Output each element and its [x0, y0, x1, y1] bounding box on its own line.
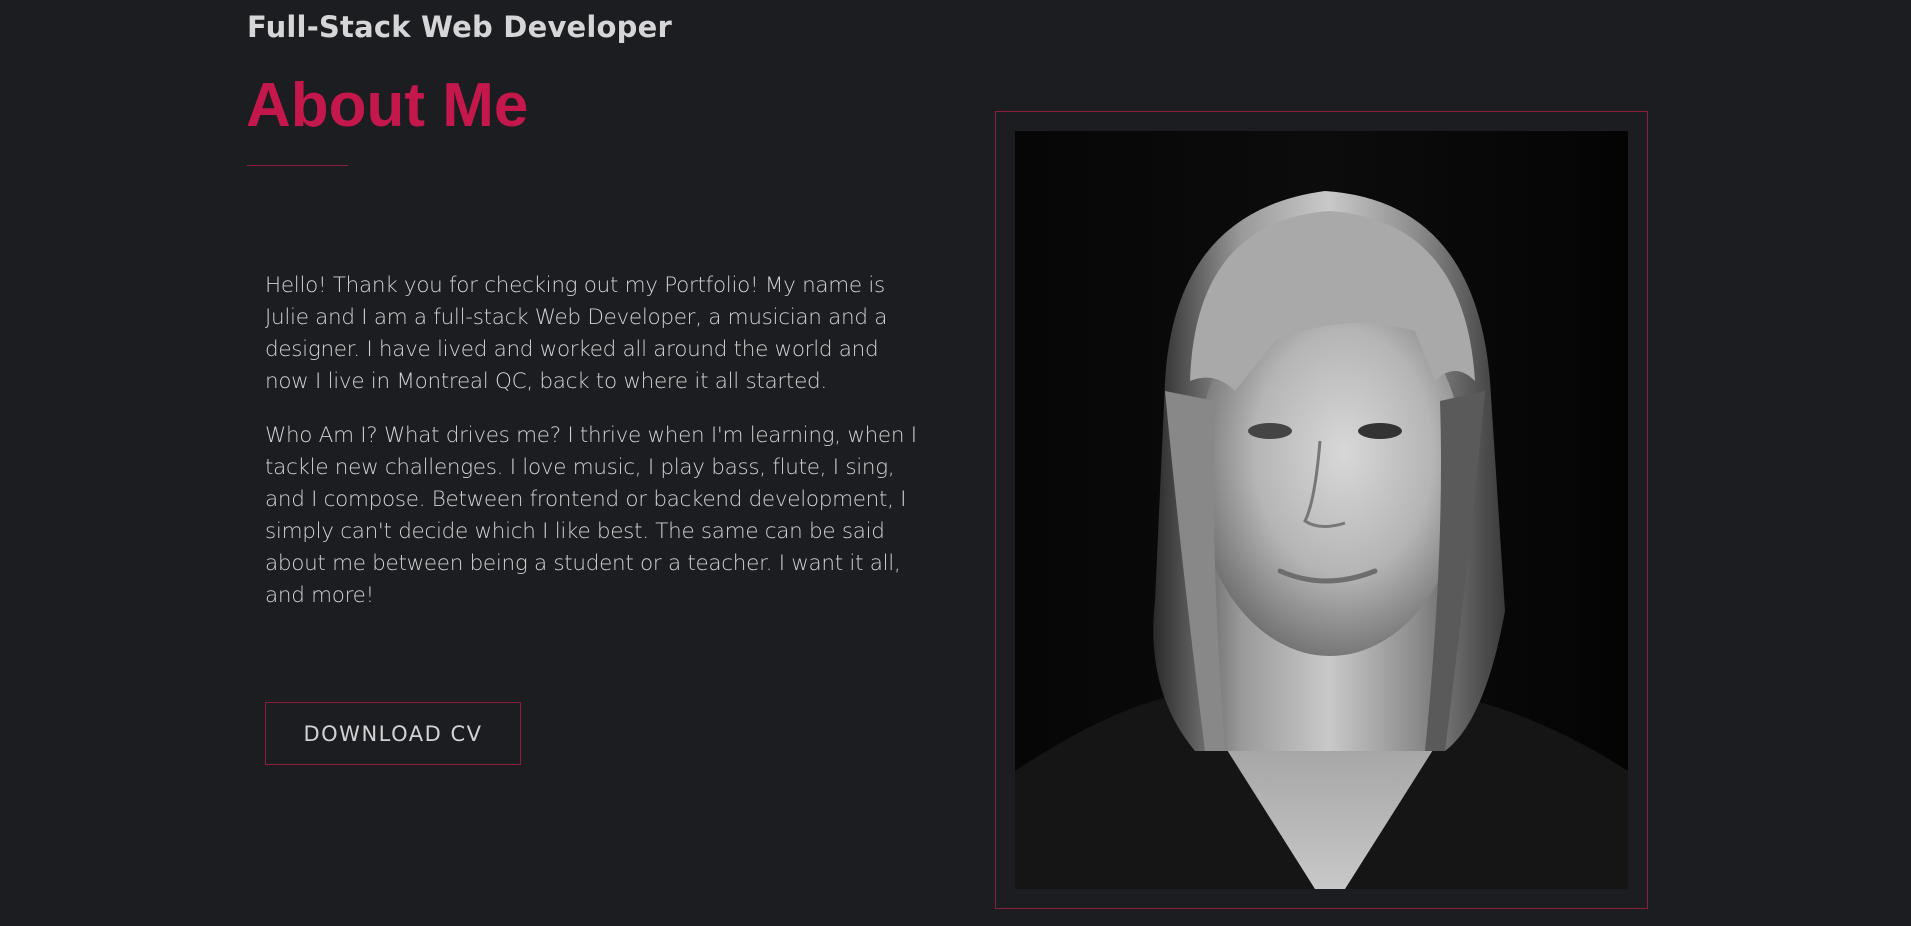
download-cv-button[interactable]: DOWNLOAD CV [265, 702, 521, 765]
page-title: About Me [246, 71, 529, 140]
about-paragraph-2: Who Am I? What drives me? I thrive when … [265, 423, 917, 608]
portrait-photo [1015, 131, 1628, 889]
title-underline [247, 165, 348, 166]
portrait-frame [995, 111, 1648, 909]
about-paragraph-1: Hello! Thank you for checking out my Por… [265, 273, 888, 394]
about-text: Hello! Thank you for checking out my Por… [265, 270, 925, 634]
page-subtitle: Full-Stack Web Developer [247, 10, 673, 44]
about-section: Full-Stack Web Developer About Me Hello!… [0, 0, 1911, 926]
